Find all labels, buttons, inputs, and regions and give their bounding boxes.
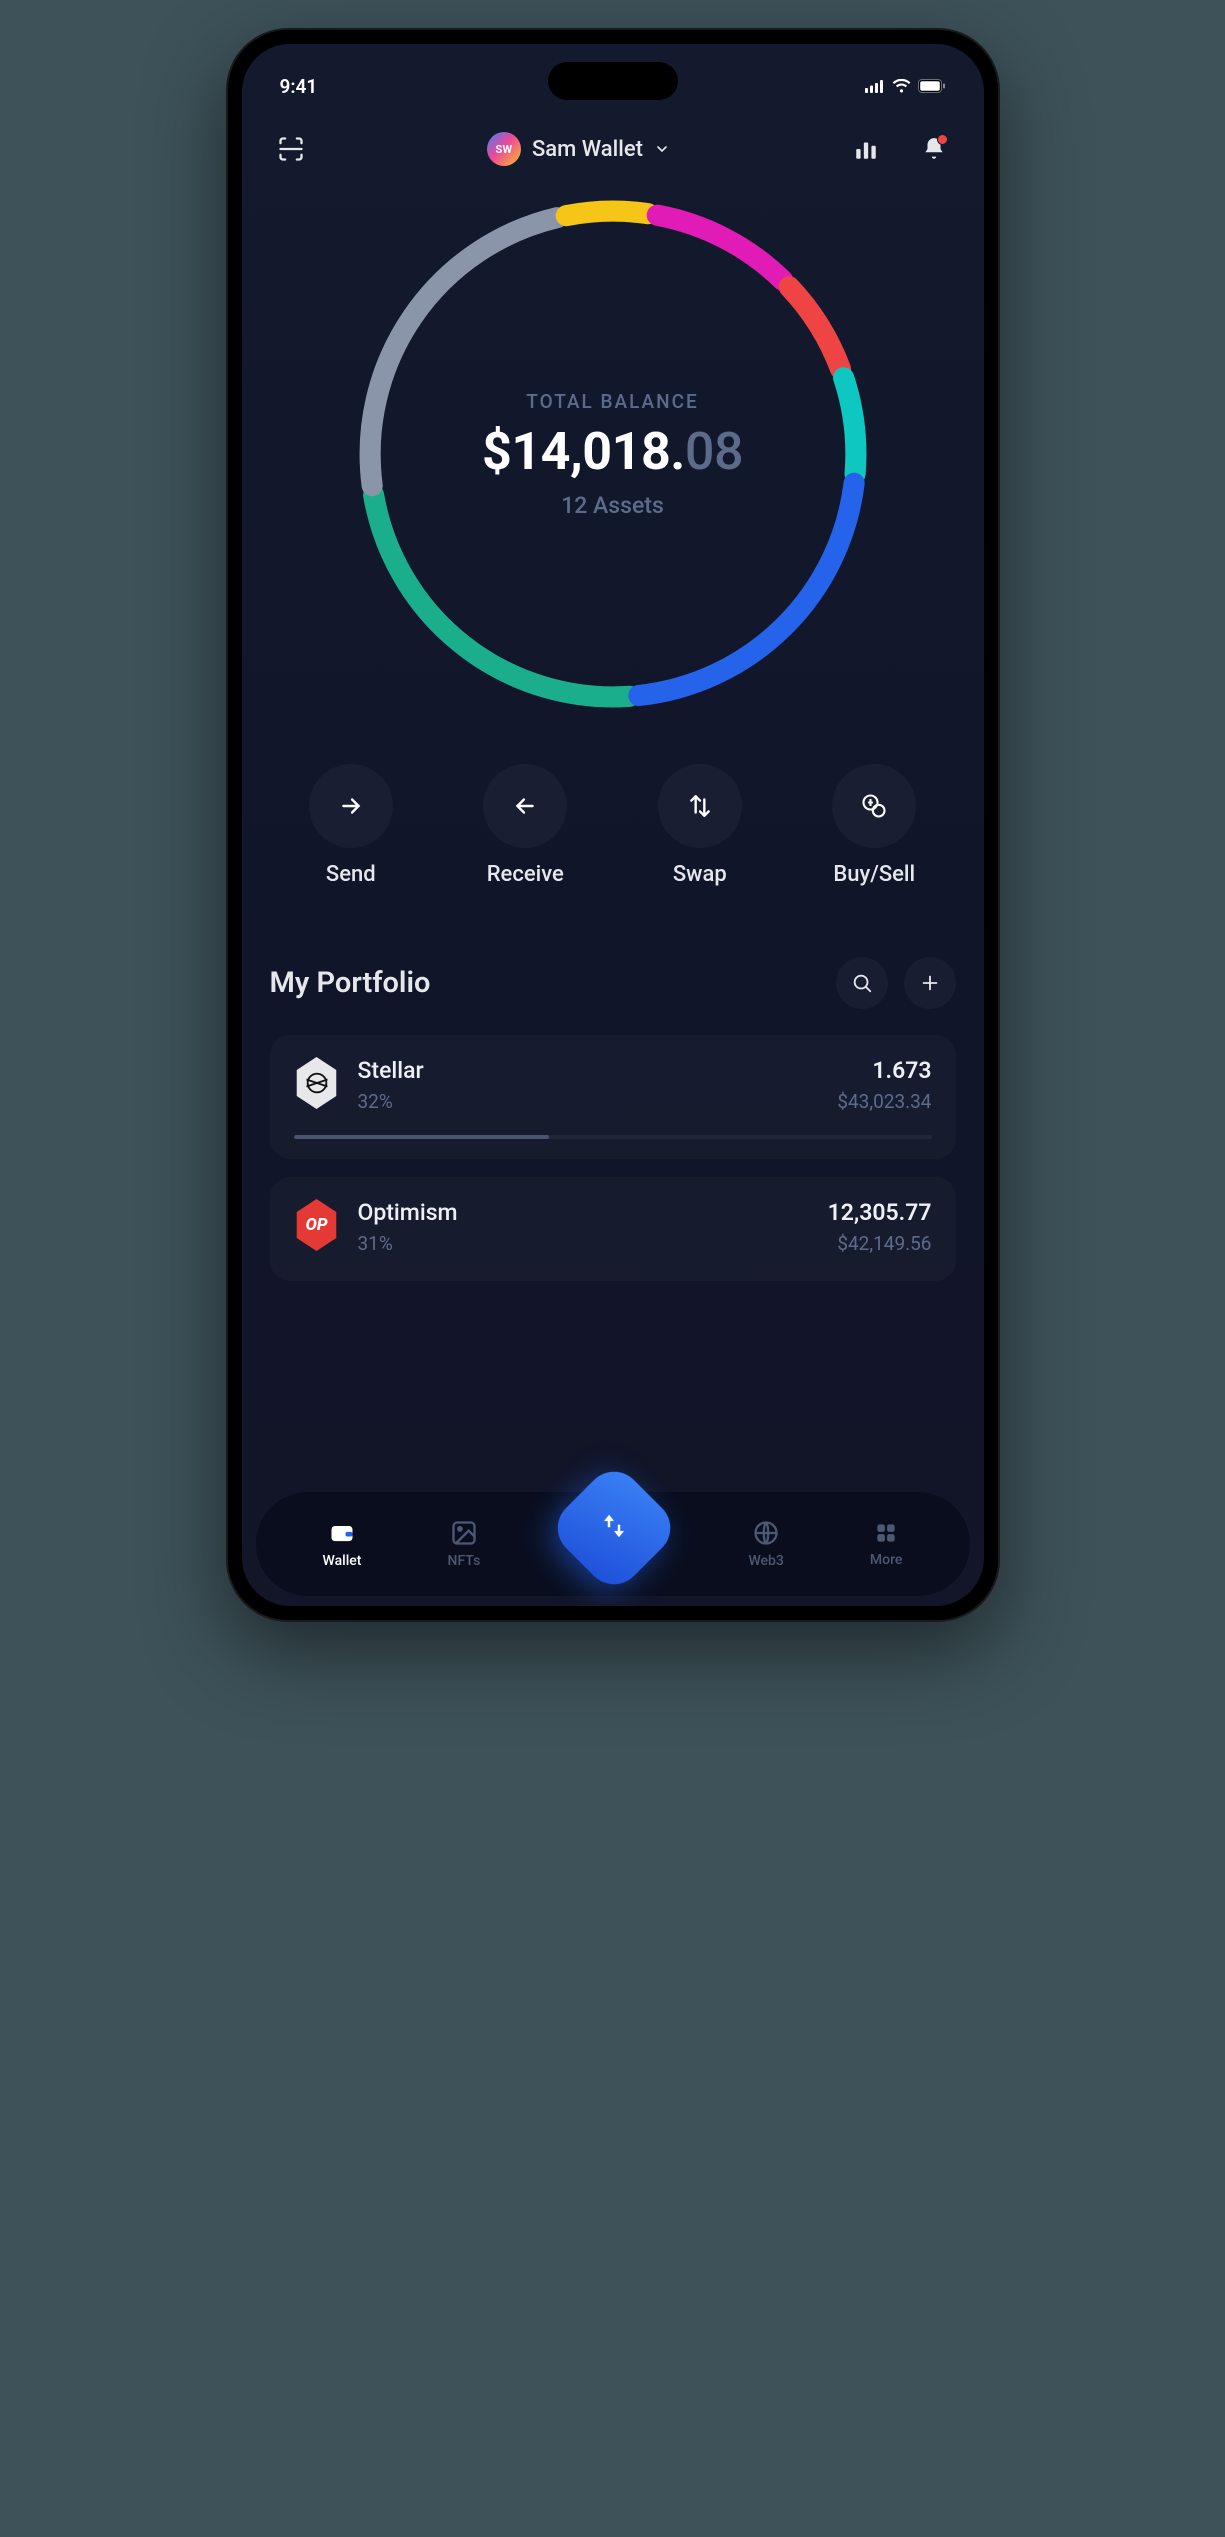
action-label: Receive [487, 862, 564, 887]
battery-icon [918, 79, 946, 93]
dynamic-island [548, 62, 678, 100]
nav-trade[interactable] [547, 1460, 683, 1596]
asset-pct: 32% [358, 1090, 820, 1113]
globe-icon [752, 1519, 780, 1547]
asset-name: Stellar [358, 1057, 820, 1084]
asset-val: $42,149.56 [828, 1232, 932, 1255]
swap-icon [687, 793, 713, 819]
swap-action[interactable]: Swap [658, 764, 742, 887]
arrow-left-icon [512, 793, 538, 819]
nav-wallet[interactable]: Wallet [323, 1519, 362, 1569]
grid-icon [873, 1520, 899, 1546]
nav-label: More [870, 1552, 903, 1568]
phone-frame: 9:41 SW Sam Wallet [228, 30, 998, 1620]
notifications-button[interactable] [917, 132, 951, 166]
asset-qty: 12,305.77 [828, 1199, 932, 1226]
arrow-right-icon [338, 793, 364, 819]
action-label: Swap [673, 862, 727, 887]
search-icon [851, 972, 873, 994]
status-time: 9:41 [280, 75, 318, 98]
nav-more[interactable]: More [870, 1520, 903, 1568]
optimism-logo: OP [294, 1199, 340, 1251]
nav-label: Web3 [748, 1553, 783, 1569]
assets-count: 12 Assets [482, 492, 743, 519]
wifi-icon [892, 79, 911, 93]
asset-bar [294, 1135, 932, 1139]
portfolio-title: My Portfolio [270, 966, 431, 1000]
nav-bar: Wallet NFTs Web3 More [256, 1492, 970, 1596]
send-action[interactable]: Send [309, 764, 393, 887]
scan-icon [277, 135, 305, 163]
cellular-icon [865, 80, 885, 93]
asset-pct: 31% [358, 1232, 810, 1255]
wallet-avatar: SW [487, 132, 521, 166]
balance-label: TOTAL BALANCE [482, 390, 743, 413]
balance-donut: TOTAL BALANCE $14,018.08 12 Assets [242, 190, 984, 718]
plus-icon [919, 972, 941, 994]
nav-label: NFTs [448, 1553, 481, 1569]
stellar-logo [294, 1057, 340, 1109]
receive-action[interactable]: Receive [483, 764, 567, 887]
balance-cents: 08 [685, 421, 743, 482]
asset-card-optimism[interactable]: OP Optimism 31% 12,305.77 $42,149.56 [270, 1177, 956, 1281]
action-label: Buy/Sell [833, 862, 915, 887]
portfolio-section: My Portfolio Stellar [242, 887, 984, 1281]
buysell-action[interactable]: Buy/Sell [832, 764, 916, 887]
balance-whole: $14,018. [482, 421, 685, 482]
asset-card-stellar[interactable]: Stellar 32% 1.673 $43,023.34 [270, 1035, 956, 1159]
asset-val: $43,023.34 [837, 1090, 931, 1113]
coins-icon [860, 792, 888, 820]
nav-label: Wallet [323, 1553, 362, 1569]
balance-amount: $14,018.08 [482, 421, 743, 482]
wallet-selector[interactable]: SW Sam Wallet [487, 132, 670, 166]
chevron-down-icon [654, 141, 670, 157]
bar-chart-icon [853, 136, 879, 162]
screen: 9:41 SW Sam Wallet [242, 44, 984, 1606]
nav-web3[interactable]: Web3 [748, 1519, 783, 1569]
asset-name: Optimism [358, 1199, 810, 1226]
trade-icon [599, 1511, 629, 1541]
action-label: Send [326, 862, 376, 887]
stats-button[interactable] [849, 132, 883, 166]
top-bar: SW Sam Wallet [242, 106, 984, 176]
scan-button[interactable] [274, 132, 308, 166]
add-button[interactable] [904, 957, 956, 1009]
asset-qty: 1.673 [837, 1057, 931, 1084]
wallet-name: Sam Wallet [532, 137, 643, 162]
wallet-icon [328, 1519, 356, 1547]
search-button[interactable] [836, 957, 888, 1009]
image-icon [450, 1519, 478, 1547]
nav-nfts[interactable]: NFTs [448, 1519, 481, 1569]
action-row: Send Receive Swap Buy/Sell [242, 718, 984, 887]
status-icons [865, 79, 946, 93]
